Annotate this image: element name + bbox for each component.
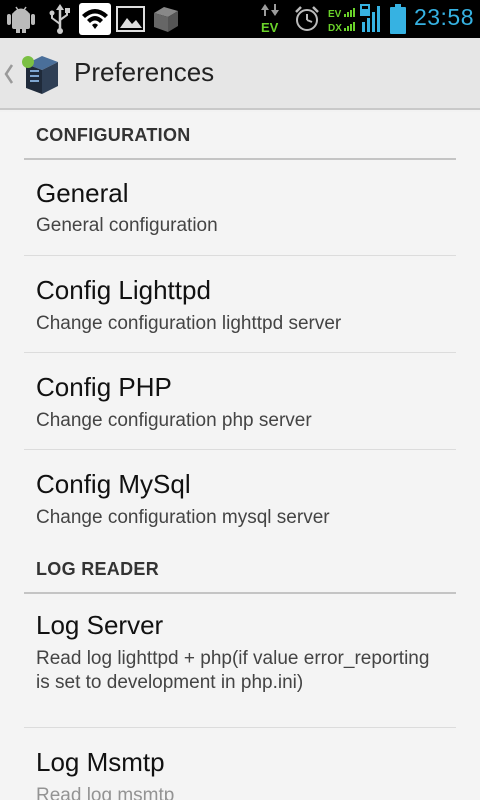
- signal-label-ev: EV: [328, 9, 342, 20]
- pref-title: General: [36, 178, 129, 208]
- chevron-left-icon: [4, 64, 14, 88]
- alarm-icon: [294, 6, 320, 36]
- action-bar: Preferences: [0, 38, 480, 110]
- signal-ev-dx-icon: EV DX: [328, 6, 358, 38]
- pref-config-mysql[interactable]: Config MySql Change configuration mysql …: [24, 450, 456, 546]
- pref-title: Config PHP: [36, 372, 172, 402]
- wifi-icon: [79, 3, 111, 39]
- category-log-reader: LOG READER: [24, 548, 456, 594]
- pref-config-lighttpd[interactable]: Config Lighttpd Change configuration lig…: [24, 256, 456, 353]
- pref-general[interactable]: General General configuration: [24, 160, 456, 256]
- pref-title: Log Msmtp: [36, 747, 165, 777]
- pref-title: Config MySql: [36, 469, 191, 499]
- category-label: CONFIGURATION: [36, 125, 191, 145]
- pref-log-server[interactable]: Log Server Read log lighttpd + php(if va…: [24, 594, 456, 728]
- signal-bars-icon: [360, 4, 384, 38]
- android-debug-icon: [6, 5, 36, 37]
- pref-log-msmtp[interactable]: Log Msmtp Read log msmtp: [24, 728, 456, 800]
- category-label: LOG READER: [36, 559, 160, 579]
- pref-summary: General configuration: [36, 215, 218, 236]
- app-server-icon: [18, 54, 64, 100]
- category-configuration: CONFIGURATION: [24, 114, 456, 160]
- signal-label-dx: DX: [328, 23, 342, 34]
- pref-summary: Read log msmtp: [36, 785, 175, 800]
- image-icon: [116, 4, 146, 38]
- pref-summary: Change configuration mysql server: [36, 507, 330, 528]
- storage-icon: [152, 5, 180, 37]
- pref-title: Config Lighttpd: [36, 275, 211, 305]
- preference-list[interactable]: CONFIGURATION General General configurat…: [0, 112, 480, 800]
- status-bar: EV EV DX 23:58: [0, 0, 480, 38]
- data-transfer-icon: EV: [260, 4, 282, 38]
- page-title: Preferences: [74, 57, 215, 87]
- pref-title: Log Server: [36, 610, 164, 640]
- pref-summary: Read log lighttpd + php(if value error_r…: [36, 648, 430, 693]
- pref-summary: Change configuration lighttpd server: [36, 313, 342, 334]
- usb-icon: [48, 4, 72, 38]
- clock-time: 23:58: [413, 4, 474, 30]
- pref-config-php[interactable]: Config PHP Change configuration php serv…: [24, 353, 456, 450]
- data-badge-label: EV: [261, 20, 279, 34]
- up-navigation-button[interactable]: [0, 38, 70, 110]
- battery-icon: [390, 4, 406, 38]
- pref-summary: Change configuration php server: [36, 410, 312, 431]
